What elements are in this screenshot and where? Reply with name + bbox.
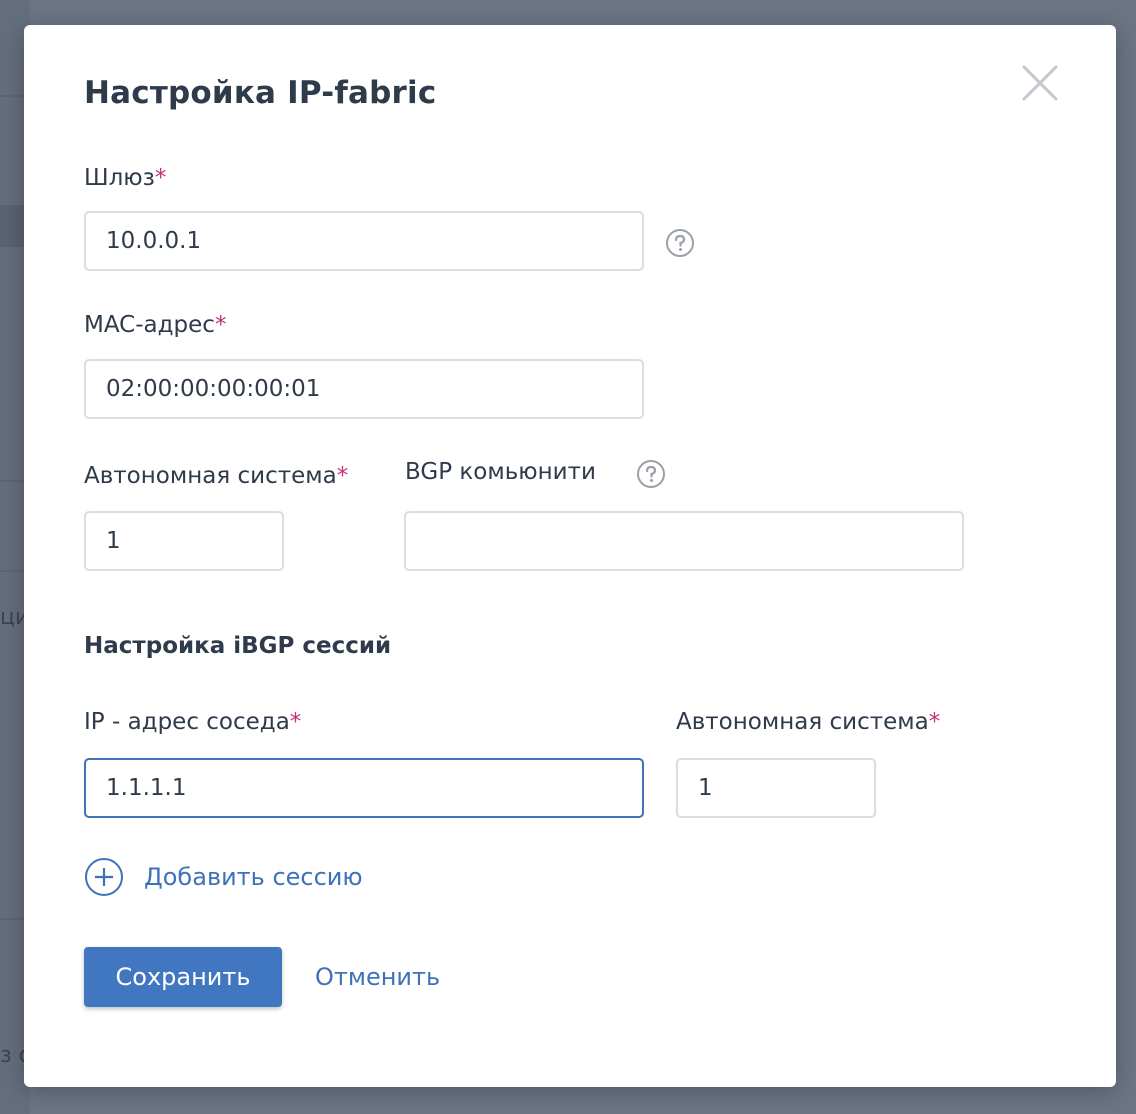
- gateway-label: Шлюз*: [84, 165, 166, 191]
- ip-fabric-dialog: Настройка IP-fabric Шлюз* MAC-адрес* Авт…: [24, 25, 1116, 1087]
- mac-label-text: MAC-адрес: [84, 312, 215, 338]
- neighbor-ip-input[interactable]: [84, 758, 644, 818]
- bgp-community-help[interactable]: [636, 459, 666, 489]
- cancel-button[interactable]: Отменить: [315, 947, 440, 1007]
- required-mark: *: [289, 709, 302, 735]
- as-label-text: Автономная система: [84, 463, 337, 489]
- gateway-label-text: Шлюз: [84, 165, 155, 191]
- as-label: Автономная система*: [84, 463, 348, 489]
- bgp-community-label: BGP комьюнити: [405, 459, 596, 485]
- mac-label: MAC-адрес*: [84, 312, 226, 338]
- gateway-help[interactable]: [665, 228, 695, 258]
- session-as-input[interactable]: [676, 758, 876, 818]
- required-mark: *: [154, 165, 167, 191]
- close-icon: [1022, 65, 1058, 101]
- mac-input[interactable]: [84, 359, 644, 419]
- ibgp-section-title: Настройка iBGP сессий: [84, 633, 392, 659]
- session-as-label-text: Автономная система: [676, 709, 929, 735]
- session-as-label: Автономная система*: [676, 709, 940, 735]
- question-circle-icon: [637, 460, 665, 488]
- dialog-title: Настройка IP-fabric: [84, 75, 437, 111]
- gateway-input[interactable]: [84, 211, 644, 271]
- required-mark: *: [214, 312, 227, 338]
- required-mark: *: [336, 463, 349, 489]
- neighbor-ip-label-text: IP - адрес соседа: [84, 709, 290, 735]
- bgp-community-input[interactable]: [404, 511, 964, 571]
- add-session-button[interactable]: Добавить сессию: [84, 857, 363, 897]
- as-input[interactable]: [84, 511, 284, 571]
- plus-circle-icon: [85, 858, 123, 896]
- close-button[interactable]: [1020, 63, 1060, 103]
- neighbor-ip-label: IP - адрес соседа*: [84, 709, 301, 735]
- required-mark: *: [928, 709, 941, 735]
- add-session-label: Добавить сессию: [144, 863, 363, 891]
- question-circle-icon: [666, 229, 694, 257]
- save-button[interactable]: Сохранить: [84, 947, 282, 1007]
